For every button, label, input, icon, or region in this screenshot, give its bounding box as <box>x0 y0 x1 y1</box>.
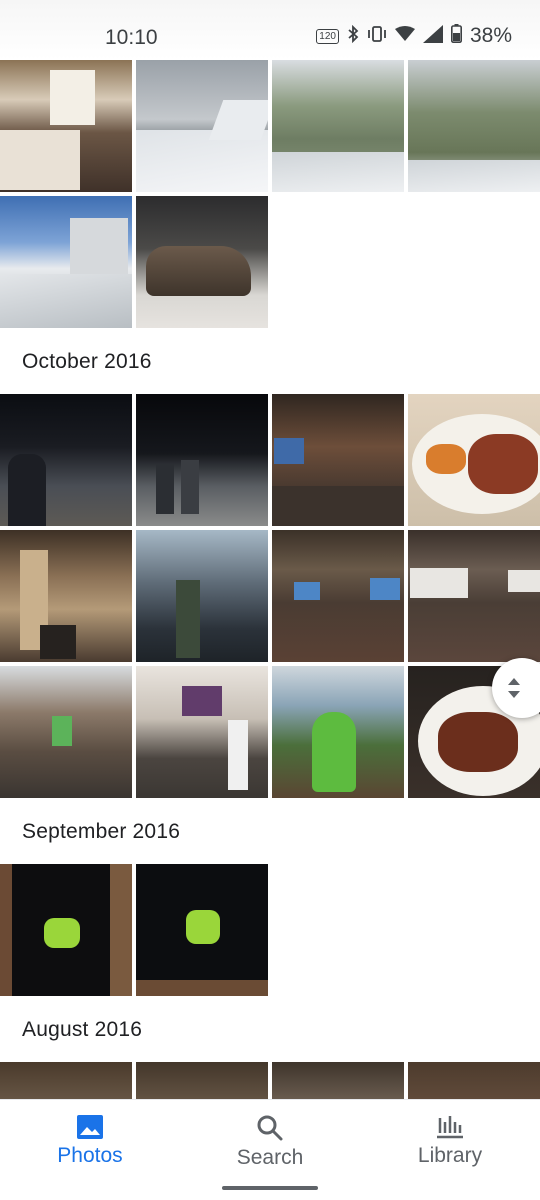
photo-thumbnail[interactable] <box>0 196 132 328</box>
photo-thumbnail[interactable] <box>408 530 540 662</box>
refresh-rate-icon: 120 <box>316 28 339 44</box>
nav-photos-label: Photos <box>57 1144 123 1167</box>
photo-thumbnail[interactable] <box>0 864 132 996</box>
photo-thumbnail[interactable] <box>136 60 268 192</box>
photo-thumbnail[interactable] <box>136 394 268 526</box>
photo-thumbnail[interactable] <box>136 196 268 328</box>
photo-thumbnail[interactable] <box>136 864 268 996</box>
nav-search-label: Search <box>236 1146 304 1169</box>
photo-thumbnail[interactable] <box>408 394 540 526</box>
status-bar: 10:10 120 38% <box>0 0 540 60</box>
gesture-bar[interactable] <box>222 1186 318 1190</box>
nav-library[interactable]: Library <box>360 1100 540 1200</box>
photo-thumbnail[interactable] <box>0 60 132 192</box>
photo-row <box>0 864 268 996</box>
photo-thumbnail[interactable] <box>272 666 404 798</box>
section-header-september: September 2016 <box>22 820 181 843</box>
bluetooth-icon <box>347 24 359 48</box>
photo-thumbnail[interactable] <box>136 666 268 798</box>
bottom-navigation: Photos Search Library <box>0 1099 540 1200</box>
photo-thumbnail[interactable] <box>0 394 132 526</box>
photo-thumbnail[interactable] <box>272 394 404 526</box>
status-time: 10:10 <box>105 26 158 49</box>
scroll-arrows-icon <box>508 678 520 698</box>
photo-row <box>0 666 540 798</box>
battery-percent: 38% <box>469 24 512 47</box>
photo-row <box>0 530 540 662</box>
photo-thumbnail[interactable] <box>0 666 132 798</box>
nav-search[interactable]: Search <box>180 1100 360 1200</box>
nav-library-label: Library <box>417 1144 483 1167</box>
photo-row <box>0 60 540 192</box>
photo-icon <box>77 1115 103 1139</box>
photo-thumbnail[interactable] <box>0 530 132 662</box>
search-icon <box>257 1115 283 1141</box>
nav-photos[interactable]: Photos <box>0 1100 180 1200</box>
photo-thumbnail[interactable] <box>136 530 268 662</box>
signal-icon <box>422 24 443 48</box>
vibrate-icon <box>367 25 387 47</box>
section-header-august: August 2016 <box>22 1018 143 1041</box>
section-header-october: October 2016 <box>22 350 152 373</box>
photo-row <box>0 196 268 328</box>
photo-thumbnail[interactable] <box>272 60 404 192</box>
photo-row <box>0 394 540 526</box>
battery-icon <box>450 24 462 48</box>
wifi-icon <box>394 25 415 47</box>
library-icon <box>437 1116 463 1139</box>
photo-thumbnail[interactable] <box>408 60 540 192</box>
status-icons: 120 38% <box>316 24 512 48</box>
photo-thumbnail[interactable] <box>272 530 404 662</box>
